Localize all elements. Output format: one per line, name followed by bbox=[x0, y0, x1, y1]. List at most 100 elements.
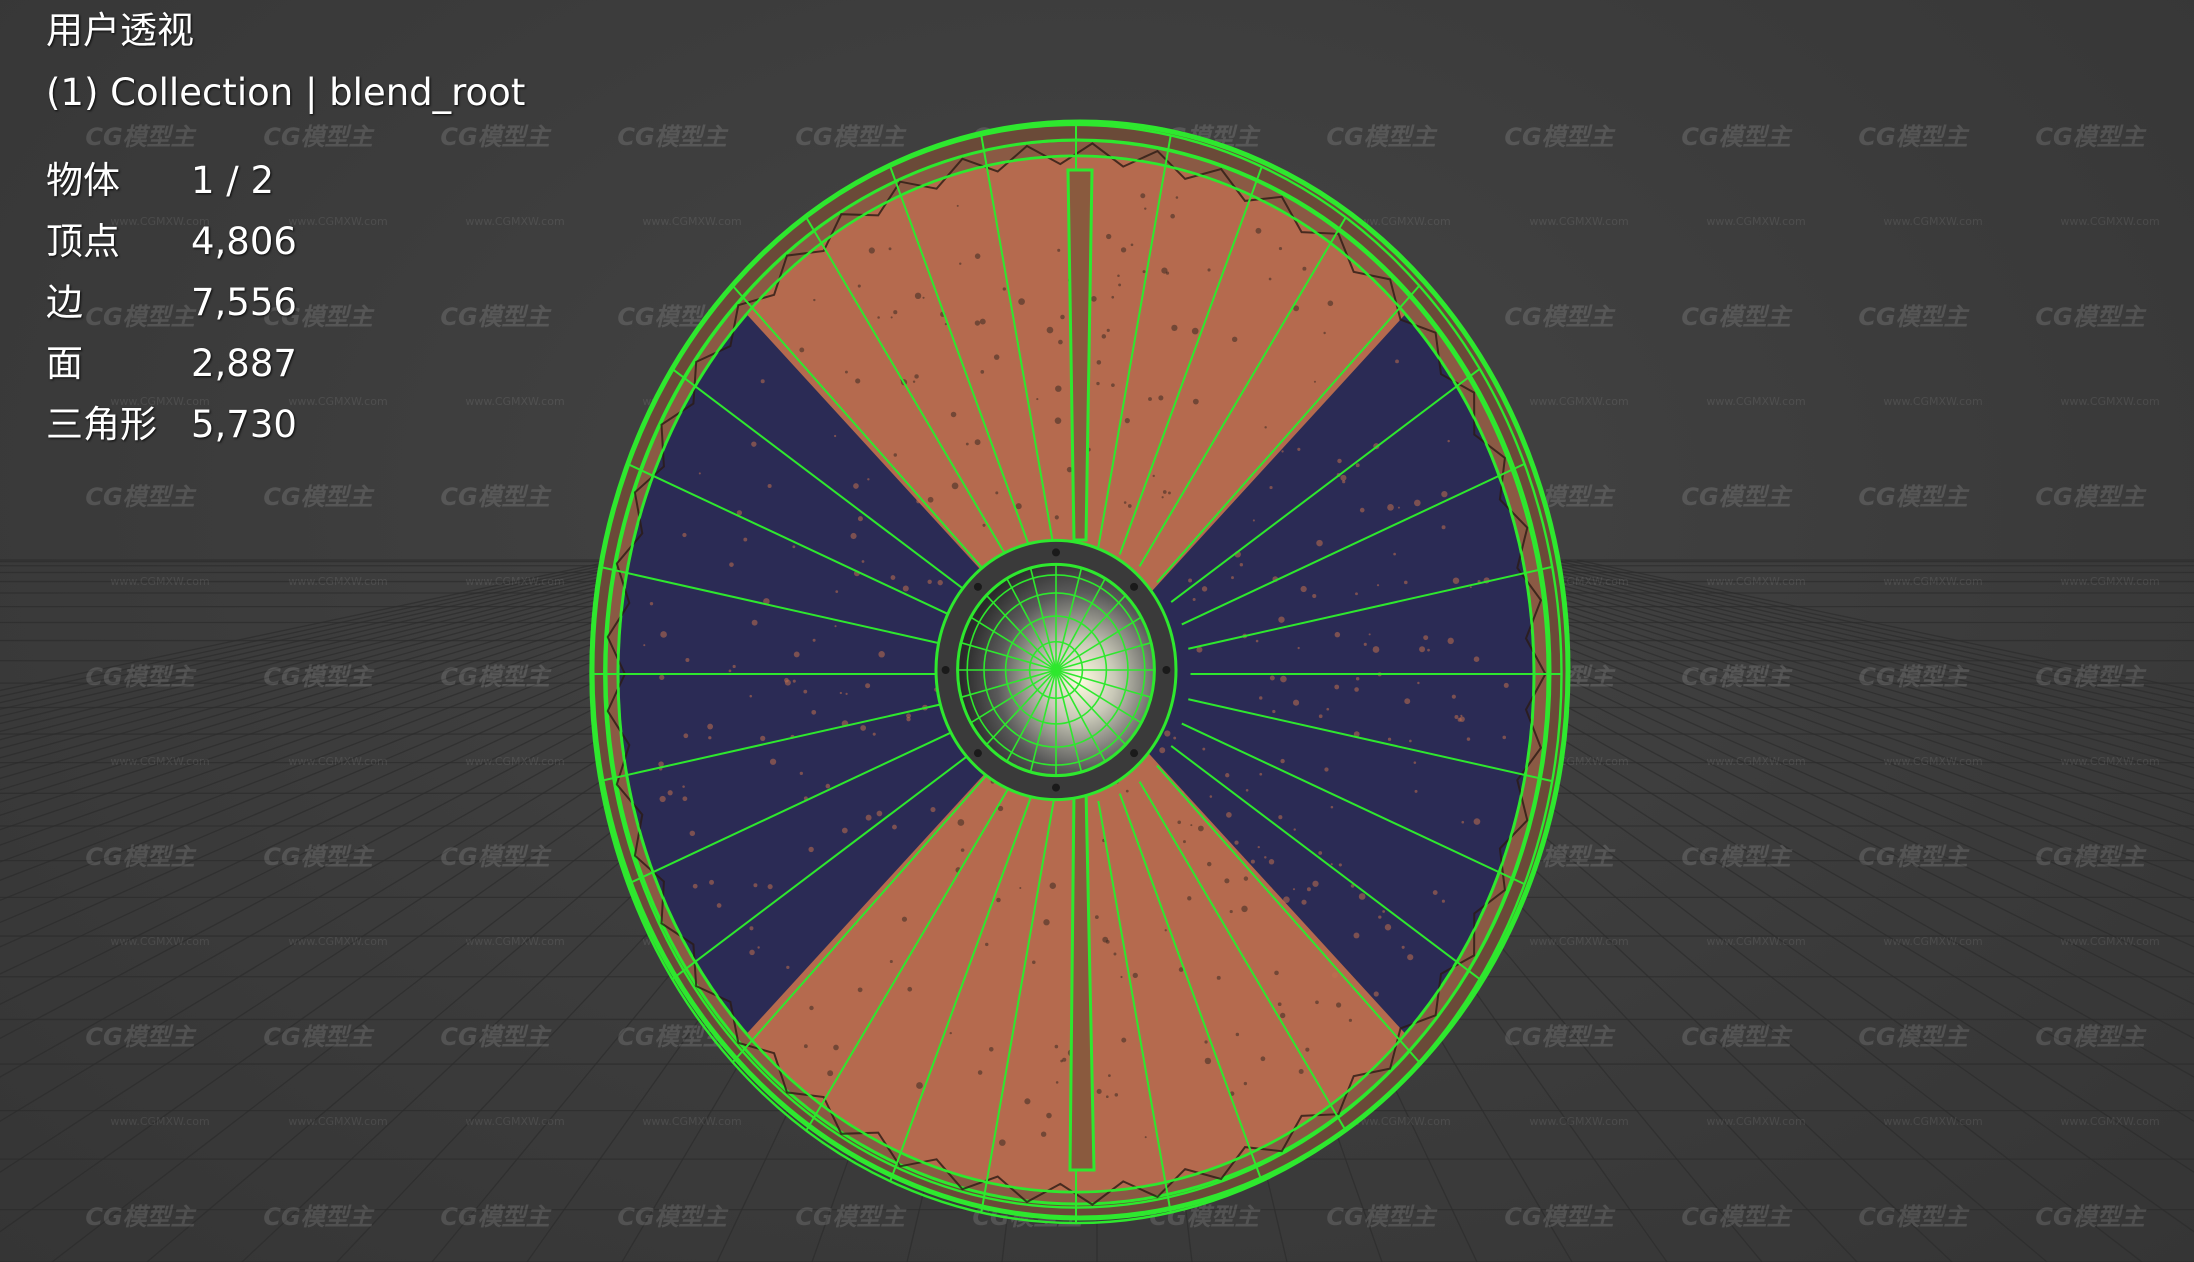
watermark-url: www.CGMXW.com bbox=[1706, 1115, 1805, 1128]
watermark-url: www.CGMXW.com bbox=[1529, 215, 1628, 228]
watermark-text: CG模型主 bbox=[263, 483, 374, 511]
watermark-url: www.CGMXW.com bbox=[2060, 395, 2159, 408]
watermark-text: CG模型主 bbox=[1681, 1023, 1792, 1051]
stat-label: 三角形 bbox=[46, 403, 157, 446]
watermark-text: CG模型主 bbox=[1504, 1023, 1615, 1051]
stat-row-edges: 边 7,556 bbox=[46, 272, 525, 333]
watermark-url: www.CGMXW.com bbox=[110, 1115, 209, 1128]
watermark-text: CG模型主 bbox=[440, 483, 551, 511]
watermark-url: www.CGMXW.com bbox=[1883, 575, 1982, 588]
watermark-text: CG模型主 bbox=[1858, 1023, 1969, 1051]
watermark-url: www.CGMXW.com bbox=[110, 935, 209, 948]
watermark-url: www.CGMXW.com bbox=[1706, 575, 1805, 588]
watermark-url: www.CGMXW.com bbox=[1706, 755, 1805, 768]
collection-label: (1) Collection | blend_root bbox=[46, 71, 526, 114]
watermark-text: CG模型主 bbox=[2035, 663, 2146, 691]
watermark-url: www.CGMXW.com bbox=[1883, 755, 1982, 768]
watermark-text: CG模型主 bbox=[2035, 483, 2146, 511]
3d-viewport[interactable]: CG模型主 www.CGMXW.com CG模型主 www.CGMXW.com CG模型… bbox=[0, 0, 2194, 1262]
watermark-url: www.CGMXW.com bbox=[2060, 1115, 2159, 1128]
watermark-url: www.CGMXW.com bbox=[288, 935, 387, 948]
watermark-url: www.CGMXW.com bbox=[465, 935, 564, 948]
watermark-text: CG模型主 bbox=[1681, 1203, 1792, 1231]
watermark-url: www.CGMXW.com bbox=[1883, 215, 1982, 228]
stat-label: 顶点 bbox=[46, 220, 120, 263]
watermark-text: CG模型主 bbox=[263, 843, 374, 871]
stat-value: 1 / 2 bbox=[191, 159, 275, 202]
watermark-text: CG模型主 bbox=[2035, 303, 2146, 331]
watermark-text: CG模型主 bbox=[263, 663, 374, 691]
watermark-text: CG模型主 bbox=[2035, 1023, 2146, 1051]
watermark-url: www.CGMXW.com bbox=[1883, 395, 1982, 408]
watermark-url: www.CGMXW.com bbox=[2060, 755, 2159, 768]
watermark-text: CG模型主 bbox=[1504, 123, 1615, 151]
watermark-url: www.CGMXW.com bbox=[1706, 935, 1805, 948]
watermark-url: www.CGMXW.com bbox=[110, 755, 209, 768]
watermark-url: www.CGMXW.com bbox=[1529, 935, 1628, 948]
watermark-text: CG模型主 bbox=[440, 1023, 551, 1051]
watermark-text: CG模型主 bbox=[85, 483, 196, 511]
watermark-text: CG模型主 bbox=[85, 1023, 196, 1051]
watermark-text: CG模型主 bbox=[1681, 663, 1792, 691]
stat-label: 边 bbox=[46, 281, 83, 324]
watermark-url: www.CGMXW.com bbox=[288, 755, 387, 768]
watermark-text: CG模型主 bbox=[1858, 663, 1969, 691]
watermark-url: www.CGMXW.com bbox=[110, 575, 209, 588]
watermark-url: www.CGMXW.com bbox=[2060, 935, 2159, 948]
watermark-text: CG模型主 bbox=[2035, 843, 2146, 871]
watermark-url: www.CGMXW.com bbox=[2060, 215, 2159, 228]
stat-value: 4,806 bbox=[191, 220, 297, 263]
stat-row-vertices: 顶点 4,806 bbox=[46, 211, 525, 272]
watermark-text: CG模型主 bbox=[263, 1203, 374, 1231]
watermark-url: www.CGMXW.com bbox=[1529, 1115, 1628, 1128]
watermark-text: CG模型主 bbox=[1858, 303, 1969, 331]
watermark-text: CG模型主 bbox=[1858, 843, 1969, 871]
watermark-text: CG模型主 bbox=[85, 843, 196, 871]
watermark-text: CG模型主 bbox=[85, 1203, 196, 1231]
watermark-text: CG模型主 bbox=[1681, 483, 1792, 511]
watermark-url: www.CGMXW.com bbox=[1883, 935, 1982, 948]
stat-row-triangles: 三角形 5,730 bbox=[46, 394, 525, 455]
watermark-url: www.CGMXW.com bbox=[288, 575, 387, 588]
watermark-text: CG模型主 bbox=[263, 1023, 374, 1051]
watermark-url: www.CGMXW.com bbox=[1883, 1115, 1982, 1128]
watermark-text: CG模型主 bbox=[1681, 843, 1792, 871]
shield-object[interactable] bbox=[589, 119, 1571, 1225]
watermark-url: www.CGMXW.com bbox=[1706, 395, 1805, 408]
watermark-text: CG模型主 bbox=[795, 1203, 906, 1231]
watermark-text: CG模型主 bbox=[1326, 1203, 1437, 1231]
watermark-url: www.CGMXW.com bbox=[2060, 575, 2159, 588]
watermark-url: www.CGMXW.com bbox=[288, 1115, 387, 1128]
watermark-text: CG模型主 bbox=[440, 1203, 551, 1231]
watermark-url: www.CGMXW.com bbox=[465, 755, 564, 768]
watermark-url: www.CGMXW.com bbox=[642, 1115, 741, 1128]
watermark-url: www.CGMXW.com bbox=[1706, 215, 1805, 228]
watermark-text: CG模型主 bbox=[1681, 123, 1792, 151]
stat-row-objects: 物体 1 / 2 bbox=[46, 150, 525, 211]
watermark-url: www.CGMXW.com bbox=[1529, 395, 1628, 408]
watermark-text: CG模型主 bbox=[617, 123, 728, 151]
watermark-url: www.CGMXW.com bbox=[642, 215, 741, 228]
watermark-text: CG模型主 bbox=[2035, 123, 2146, 151]
watermark-text: CG模型主 bbox=[1858, 483, 1969, 511]
stat-value: 2,887 bbox=[191, 342, 297, 385]
watermark-text: CG模型主 bbox=[2035, 1203, 2146, 1231]
watermark-url: www.CGMXW.com bbox=[465, 1115, 564, 1128]
watermark-text: CG模型主 bbox=[1681, 303, 1792, 331]
stat-row-faces: 面 2,887 bbox=[46, 333, 525, 394]
statistics-panel: 物体 1 / 2 顶点 4,806 边 7,556 面 2,887 三角形 5,… bbox=[46, 150, 525, 455]
stat-value: 7,556 bbox=[191, 281, 297, 324]
watermark-text: CG模型主 bbox=[617, 1203, 728, 1231]
stat-value: 5,730 bbox=[191, 403, 297, 446]
watermark-text: CG模型主 bbox=[1858, 1203, 1969, 1231]
watermark-text: CG模型主 bbox=[1504, 1203, 1615, 1231]
watermark-url: www.CGMXW.com bbox=[465, 575, 564, 588]
watermark-text: CG模型主 bbox=[440, 663, 551, 691]
shield-spine-top bbox=[1066, 168, 1094, 542]
watermark-text: CG模型主 bbox=[1326, 123, 1437, 151]
viewport-info-overlay: 用户透视 (1) Collection | blend_root 物体 1 / … bbox=[46, 8, 525, 455]
watermark-text: CG模型主 bbox=[795, 123, 906, 151]
watermark-text: CG模型主 bbox=[440, 843, 551, 871]
view-mode-label: 用户透视 bbox=[46, 9, 194, 52]
stat-label: 物体 bbox=[46, 159, 120, 202]
